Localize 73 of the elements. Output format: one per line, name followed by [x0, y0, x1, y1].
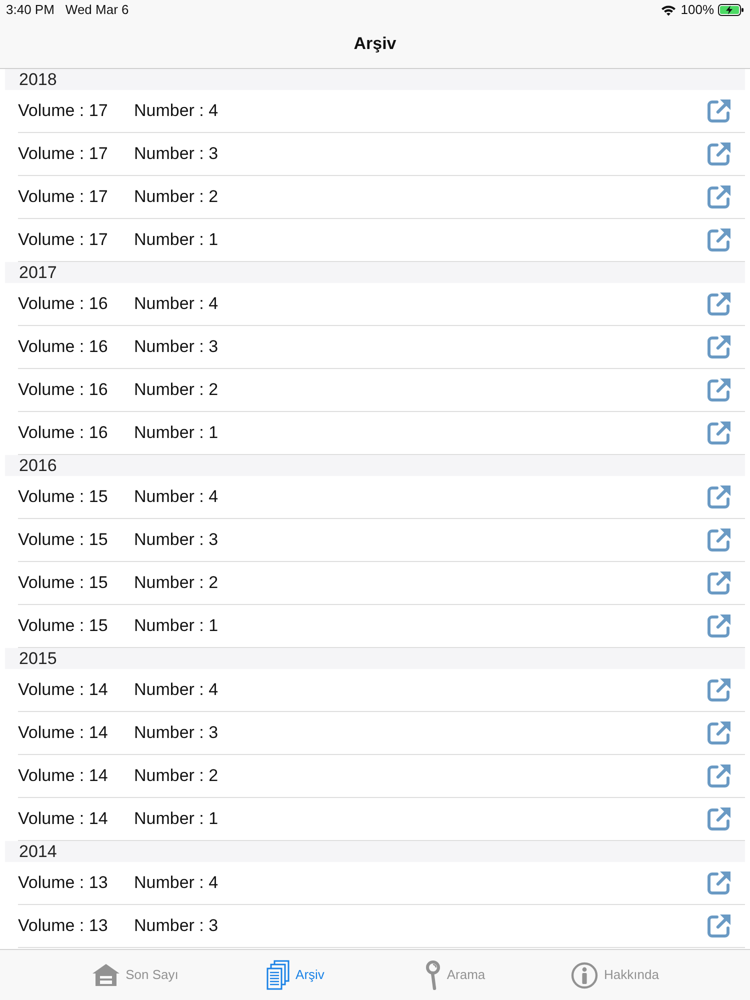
section-header: 2014 — [5, 841, 745, 862]
external-link-icon[interactable] — [706, 913, 732, 939]
number-label: Number : 3 — [134, 529, 218, 552]
wifi-icon — [660, 4, 676, 16]
volume-label: Volume : 16 — [18, 336, 109, 358]
number-label: Number : 4 — [134, 293, 218, 316]
home-icon — [92, 963, 120, 987]
volume-label: Volume : 14 — [18, 808, 109, 830]
number-label: Number : 3 — [134, 143, 218, 166]
volume-label: Volume : 17 — [18, 229, 109, 252]
external-link-icon[interactable] — [706, 334, 732, 360]
volume-label: Volume : 14 — [18, 722, 109, 744]
external-link-icon[interactable] — [706, 870, 732, 896]
external-link-icon[interactable] — [706, 184, 732, 210]
battery-charging-icon — [718, 4, 744, 16]
external-link-icon[interactable] — [706, 141, 732, 167]
section-header: 2017 — [5, 262, 745, 283]
status-time: 3:40 PM — [6, 1, 54, 20]
external-link-icon[interactable] — [706, 527, 732, 553]
tab-button[interactable]: Arşiv — [266, 960, 324, 990]
section-header: 2016 — [5, 455, 745, 476]
volume-label: Volume : 17 — [18, 186, 109, 208]
external-link-icon[interactable] — [706, 377, 732, 403]
number-label: Number : 1 — [134, 615, 218, 638]
volume-label: Volume : 16 — [18, 422, 109, 444]
volume-label: Volume : 15 — [18, 572, 109, 594]
external-link-icon[interactable] — [706, 806, 732, 832]
tab-button[interactable]: Son Sayı — [92, 963, 178, 987]
volume-label: Volume : 17 — [18, 100, 109, 122]
volume-label: Volume : 16 — [18, 379, 109, 402]
external-link-icon[interactable] — [706, 677, 732, 703]
volume-label: Volume : 15 — [18, 486, 109, 508]
number-label: Number : 2 — [134, 186, 218, 208]
page-title: Arşiv — [354, 33, 396, 56]
number-label: Number : 2 — [134, 379, 218, 402]
number-label: Number : 3 — [134, 915, 218, 938]
volume-label: Volume : 17 — [18, 143, 109, 166]
battery-percentage: 100% — [680, 1, 714, 20]
volume-label: Volume : 14 — [18, 679, 109, 702]
section-header: 2018 — [5, 69, 745, 90]
tab-button[interactable]: Arama — [424, 960, 486, 990]
section-header: 2015 — [5, 648, 745, 669]
documents-icon — [266, 960, 290, 990]
info-icon — [571, 962, 598, 988]
volume-label: Volume : 16 — [18, 293, 109, 316]
number-label: Number : 2 — [134, 572, 218, 594]
external-link-icon[interactable] — [706, 227, 732, 253]
volume-label: Volume : 15 — [18, 615, 109, 638]
number-label: Number : 3 — [134, 722, 218, 744]
external-link-icon[interactable] — [706, 720, 732, 746]
external-link-icon[interactable] — [706, 613, 732, 639]
tab-button[interactable]: Hakkında — [571, 962, 659, 988]
number-label: Number : 1 — [134, 229, 218, 252]
volume-label: Volume : 13 — [18, 915, 109, 938]
number-label: Number : 1 — [134, 808, 218, 830]
external-link-icon[interactable] — [706, 420, 732, 446]
number-label: Number : 4 — [134, 100, 218, 122]
volume-label: Volume : 14 — [18, 765, 109, 788]
status-date: Wed Mar 6 — [65, 1, 129, 20]
volume-label: Volume : 13 — [18, 872, 109, 894]
number-label: Number : 1 — [134, 422, 218, 444]
external-link-icon[interactable] — [706, 484, 732, 510]
number-label: Number : 4 — [134, 872, 218, 894]
external-link-icon[interactable] — [706, 570, 732, 596]
number-label: Number : 4 — [134, 679, 218, 702]
number-label: Number : 4 — [134, 486, 218, 508]
number-label: Number : 3 — [134, 336, 218, 358]
external-link-icon[interactable] — [706, 98, 732, 124]
number-label: Number : 2 — [134, 765, 218, 788]
search-icon — [424, 960, 441, 990]
volume-label: Volume : 15 — [18, 529, 109, 552]
external-link-icon[interactable] — [706, 291, 732, 317]
external-link-icon[interactable] — [706, 763, 732, 789]
